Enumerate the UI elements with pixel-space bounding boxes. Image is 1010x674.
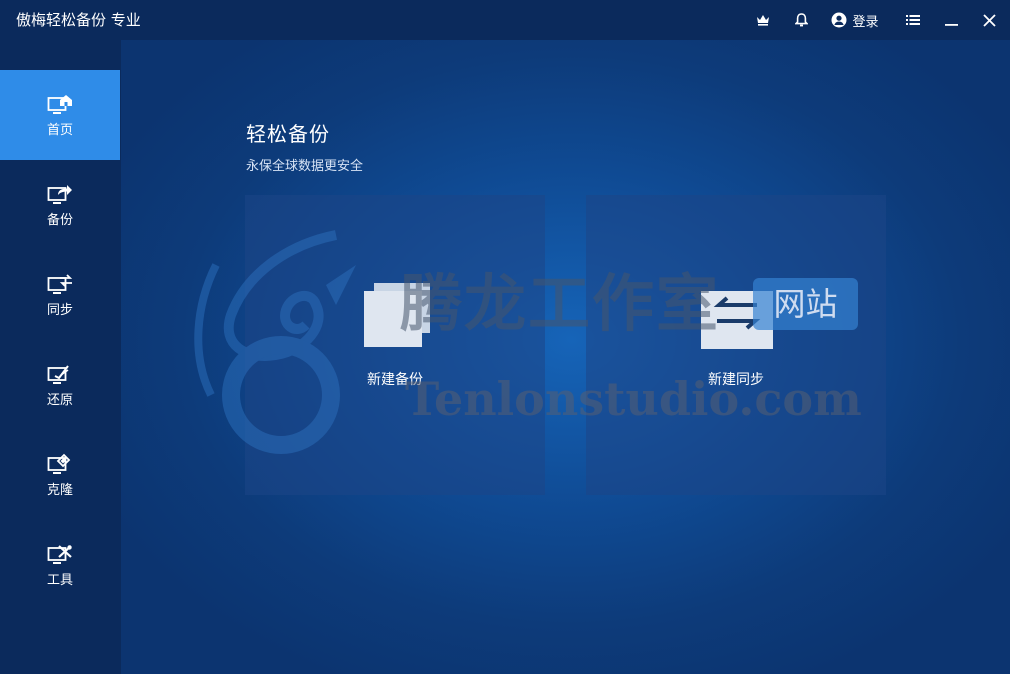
new-sync-label: 新建同步 xyxy=(708,372,764,388)
new-sync-icon xyxy=(701,291,773,349)
bell-icon xyxy=(794,13,808,27)
list-menu-icon xyxy=(906,15,920,25)
login-label: 登录 xyxy=(852,14,879,30)
crown-icon xyxy=(757,15,769,26)
sidebar-item-restore[interactable]: 还原 xyxy=(0,340,120,430)
sidebar-item-label: 首页 xyxy=(46,122,73,138)
minimize-button[interactable] xyxy=(932,0,970,40)
sidebar-nav: 首页 备份 同步 还原 克隆 工具 xyxy=(0,40,121,674)
new-backup-icon xyxy=(364,283,430,347)
new-sync-card[interactable]: 新建同步 xyxy=(586,195,886,495)
app-title: 傲梅轻松备份 专业 xyxy=(16,11,141,29)
sidebar-item-label: 工具 xyxy=(46,572,73,588)
close-button[interactable] xyxy=(970,0,1008,40)
menu-button[interactable] xyxy=(894,0,932,40)
login-button[interactable]: 登录 xyxy=(820,0,894,40)
sidebar-item-label: 同步 xyxy=(46,302,73,318)
sidebar-item-backup[interactable]: 备份 xyxy=(0,160,120,250)
close-icon xyxy=(982,13,996,27)
notification-button[interactable] xyxy=(782,0,820,40)
sidebar-item-label: 克隆 xyxy=(46,482,73,498)
page-title: 轻松备份 xyxy=(246,122,330,146)
sidebar-item-label: 还原 xyxy=(46,392,73,408)
new-backup-card[interactable]: 新建备份 xyxy=(245,195,545,495)
sidebar-item-label: 备份 xyxy=(46,212,73,228)
backup-monitor-icon xyxy=(47,184,72,204)
page-subtitle: 永保全球数据更安全 xyxy=(246,159,364,174)
home-monitor-icon xyxy=(47,94,72,114)
title-controls: 登录 xyxy=(744,0,1010,40)
sidebar-item-home[interactable]: 首页 xyxy=(0,70,120,160)
sync-monitor-icon xyxy=(47,273,73,294)
upgrade-crown-button[interactable] xyxy=(744,0,782,40)
tools-monitor-icon xyxy=(47,544,72,564)
main-panel: 轻松备份 永保全球数据更安全 新建备份 新建同步 xyxy=(121,40,1010,674)
user-avatar-icon xyxy=(831,12,847,28)
new-backup-label: 新建备份 xyxy=(367,372,423,388)
minimize-icon xyxy=(944,24,958,26)
clone-monitor-icon xyxy=(47,453,71,474)
sidebar-item-sync[interactable]: 同步 xyxy=(0,250,120,340)
sidebar-item-tools[interactable]: 工具 xyxy=(0,520,120,610)
title-bar: 傲梅轻松备份 专业 登录 xyxy=(0,0,1010,40)
app-window: 傲梅轻松备份 专业 登录 首页 备份 同步 还原 克隆 工具 轻松备份 永保全球… xyxy=(0,0,1010,674)
restore-monitor-icon xyxy=(47,364,69,384)
sidebar-item-clone[interactable]: 克隆 xyxy=(0,430,120,520)
